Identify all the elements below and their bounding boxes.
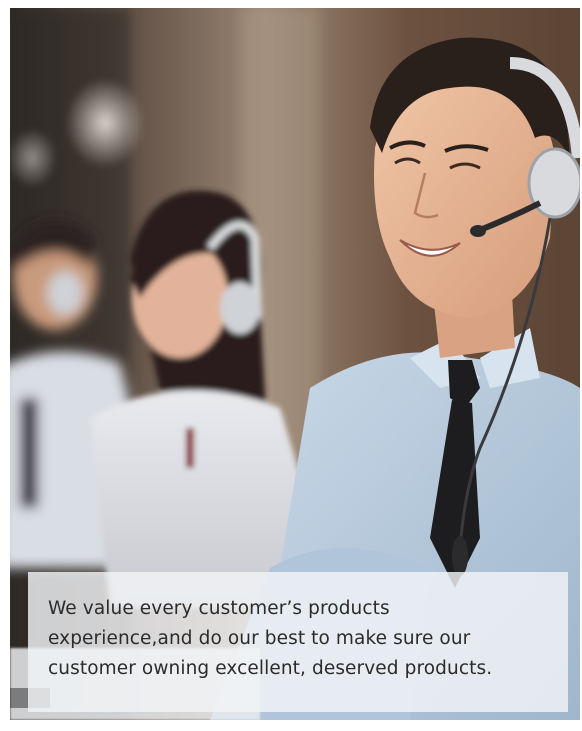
image-frame: We value every customer’s products exper… [0, 0, 582, 731]
caption-line-1: We value every customer’s products [48, 598, 390, 619]
caption-line-3: customer owning excellent, deserved prod… [48, 658, 493, 679]
caption-line-2: experience,and do our best to make sure … [48, 628, 471, 649]
caption-text: We value every customer’s products exper… [48, 594, 553, 684]
caption-overlay: We value every customer’s products exper… [28, 572, 568, 712]
